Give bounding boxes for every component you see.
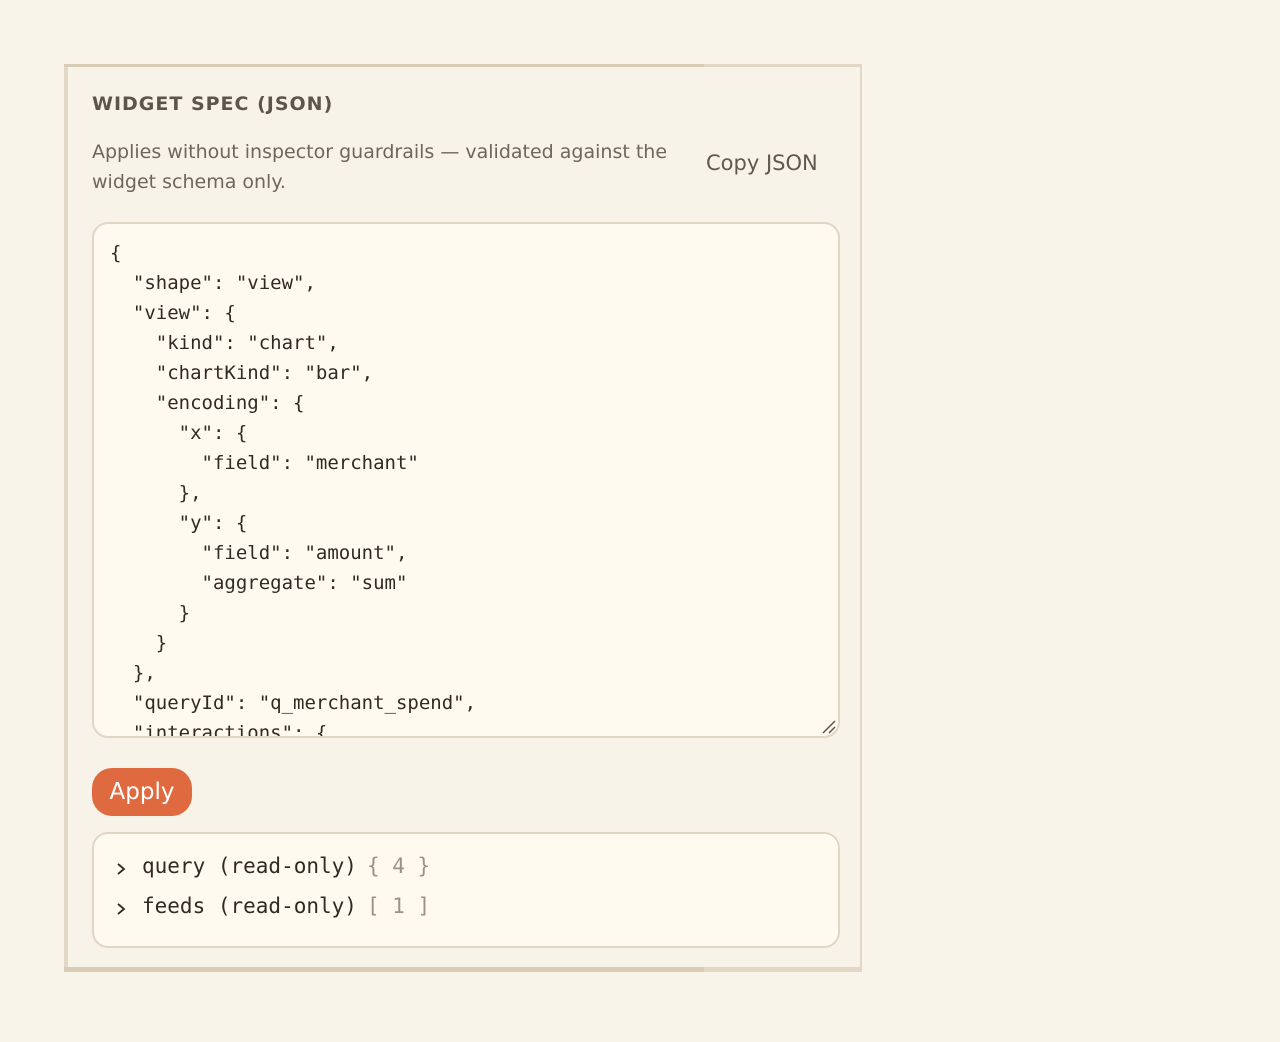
json-textarea[interactable] (94, 224, 838, 736)
widget-spec-panel: WIDGET SPEC (JSON) Applies without inspe… (64, 64, 862, 972)
chevron-right-icon (117, 903, 126, 915)
feeds-readonly-label: feeds (read-only) (142, 894, 357, 918)
feeds-readonly-row[interactable]: feeds (read-only) [ 1 ] (114, 890, 430, 922)
query-readonly-label: query (read-only) (142, 854, 357, 878)
query-readonly-row[interactable]: query (read-only) { 4 } (114, 850, 430, 882)
panel-title: WIDGET SPEC (JSON) (92, 93, 334, 115)
chevron-right-icon (117, 863, 126, 875)
readonly-sections: query (read-only) { 4 } feeds (read-only… (92, 832, 840, 948)
resize-grip-icon[interactable] (820, 718, 836, 734)
apply-button[interactable]: Apply (92, 768, 192, 816)
feeds-readonly-count: [ 1 ] (366, 894, 431, 918)
json-editor[interactable] (92, 222, 840, 738)
copy-json-button[interactable]: Copy JSON (706, 151, 818, 175)
panel-description: Applies without inspector guardrails — v… (92, 141, 668, 193)
query-readonly-count: { 4 } (366, 854, 431, 878)
